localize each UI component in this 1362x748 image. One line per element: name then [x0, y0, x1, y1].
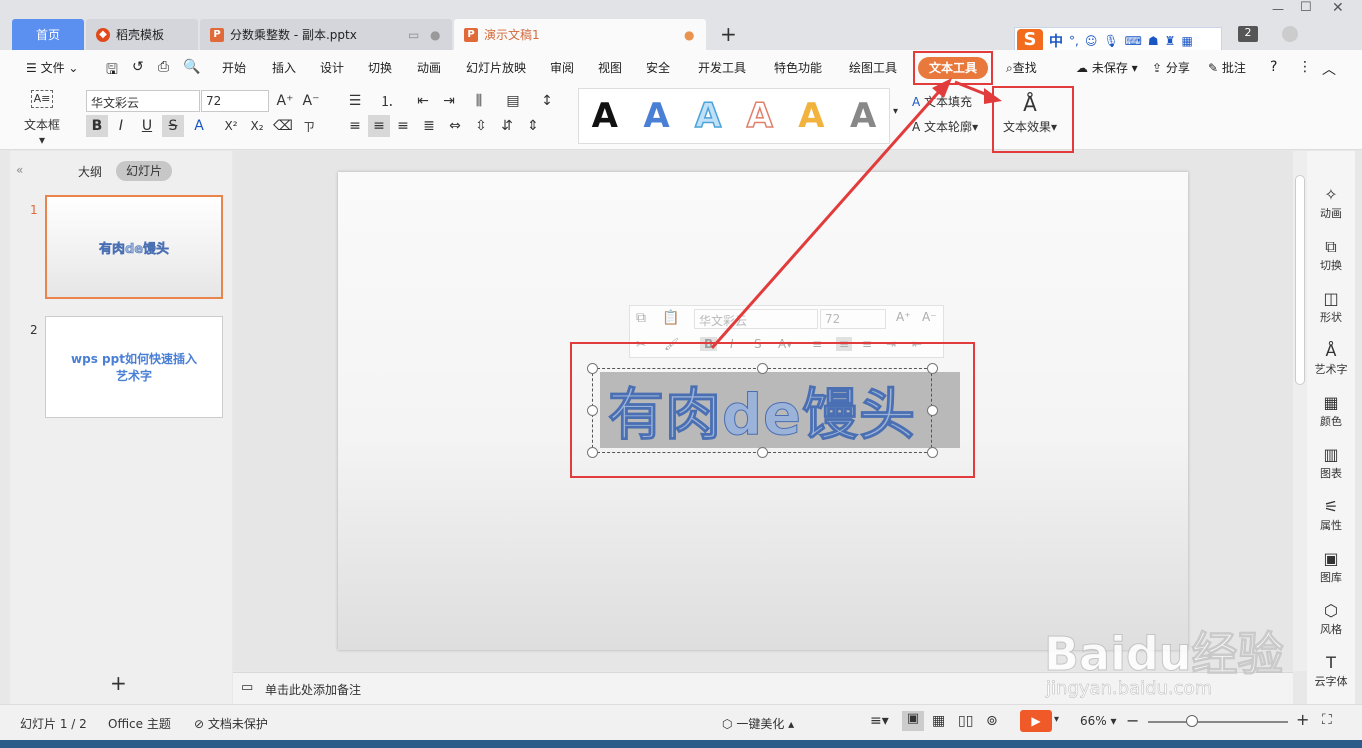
panel-label: 形状	[1320, 311, 1342, 324]
beautify-button[interactable]: ⬡ 一键美化 ▴	[722, 715, 794, 732]
zoom-in-button[interactable]: +	[1296, 710, 1309, 729]
panel-wordart[interactable]: Å 艺术字	[1307, 341, 1355, 377]
zoom-value: 66%	[1080, 714, 1107, 728]
status-bar: 幻灯片 1 / 2 Office 主题 ⊘ 文档未保护 ⬡ 一键美化 ▴ ≡▾ …	[0, 704, 1362, 740]
play-button[interactable]: ▶	[1020, 710, 1052, 732]
fit-window-icon[interactable]: ⛶	[1322, 712, 1332, 728]
theme-name: Office 主题	[108, 717, 171, 731]
watermark-brand: Baidu经验	[1044, 627, 1285, 682]
panel-label: 风格	[1320, 623, 1342, 636]
panel-style[interactable]: ⬡ 风格	[1307, 601, 1355, 637]
panel-gallery[interactable]: ▣ 图库	[1307, 549, 1355, 585]
note-menu-icon[interactable]: ≡▾	[870, 713, 889, 729]
panel-label: 图库	[1320, 571, 1342, 584]
zoom-slider-thumb[interactable]	[1186, 715, 1198, 727]
panel-label: 图表	[1320, 467, 1342, 480]
beautify-label: 一键美化	[736, 717, 785, 731]
annotation-arrow-1	[710, 85, 946, 349]
colors-icon: ▦	[1323, 393, 1339, 412]
cube-icon: ⬡	[722, 717, 733, 731]
gallery-icon: ▣	[1323, 549, 1339, 568]
notes-icon: ▭	[241, 680, 254, 695]
protect-status[interactable]: ⊘ 文档未保护	[194, 715, 268, 732]
panel-label: 属性	[1320, 519, 1342, 532]
wordart-icon: Å	[1325, 341, 1337, 360]
vertical-scrollbar[interactable]	[1293, 151, 1307, 671]
animation-icon: ✧	[1324, 185, 1338, 204]
reading-view-icon[interactable]: ▯▯	[958, 713, 973, 729]
zoom-out-button[interactable]: −	[1126, 711, 1139, 730]
panel-colors[interactable]: ▦ 颜色	[1307, 393, 1355, 429]
watermark-url: jingyan.baidu.com	[1046, 678, 1213, 700]
sorter-view-icon[interactable]: ▦	[932, 713, 945, 729]
shield-icon: ⊘	[194, 717, 205, 731]
right-task-panel: ✧ 动画 ⧉ 切换 ◫ 形状 Å 艺术字 ▦ 颜色 ▥ 图表 ⚟ 属性 ▣ 图库 ⬡ 风格 T 云字…	[1307, 151, 1355, 704]
panel-animation[interactable]: ✧ 动画	[1307, 185, 1355, 221]
panel-label: 颜色	[1320, 415, 1342, 428]
record-icon[interactable]: ⊚	[986, 713, 998, 729]
panel-shapes[interactable]: ◫ 形状	[1307, 289, 1355, 325]
slide-count: 幻灯片 1 / 2	[20, 717, 87, 731]
zoom-slider[interactable]	[1148, 721, 1288, 723]
protect-label: 文档未保护	[207, 717, 268, 731]
chart-icon: ▥	[1323, 445, 1339, 464]
panel-label: 艺术字	[1314, 363, 1348, 376]
panel-label: 云字体	[1314, 675, 1348, 688]
properties-icon: ⚟	[1323, 497, 1339, 516]
arrow-head-icon	[984, 88, 1002, 104]
scrollbar-thumb[interactable]	[1295, 175, 1305, 385]
notes-placeholder: 单击此处添加备注	[265, 683, 362, 697]
panel-transition[interactable]: ⧉ 切换	[1307, 237, 1355, 273]
font-icon: T	[1326, 653, 1336, 672]
shapes-icon: ◫	[1323, 289, 1339, 308]
panel-cloud-font[interactable]: T 云字体	[1307, 653, 1355, 689]
normal-view-icon[interactable]: ▣	[902, 711, 924, 731]
panel-label: 切换	[1320, 259, 1342, 272]
panel-charts[interactable]: ▥ 图表	[1307, 445, 1355, 481]
play-menu-icon[interactable]: ▾	[1054, 714, 1059, 725]
zoom-level[interactable]: 66% ▾	[1080, 714, 1117, 728]
style-icon: ⬡	[1324, 601, 1338, 620]
os-taskbar	[0, 740, 1362, 748]
transition-icon: ⧉	[1325, 237, 1337, 256]
panel-properties[interactable]: ⚟ 属性	[1307, 497, 1355, 533]
panel-label: 动画	[1320, 207, 1342, 220]
